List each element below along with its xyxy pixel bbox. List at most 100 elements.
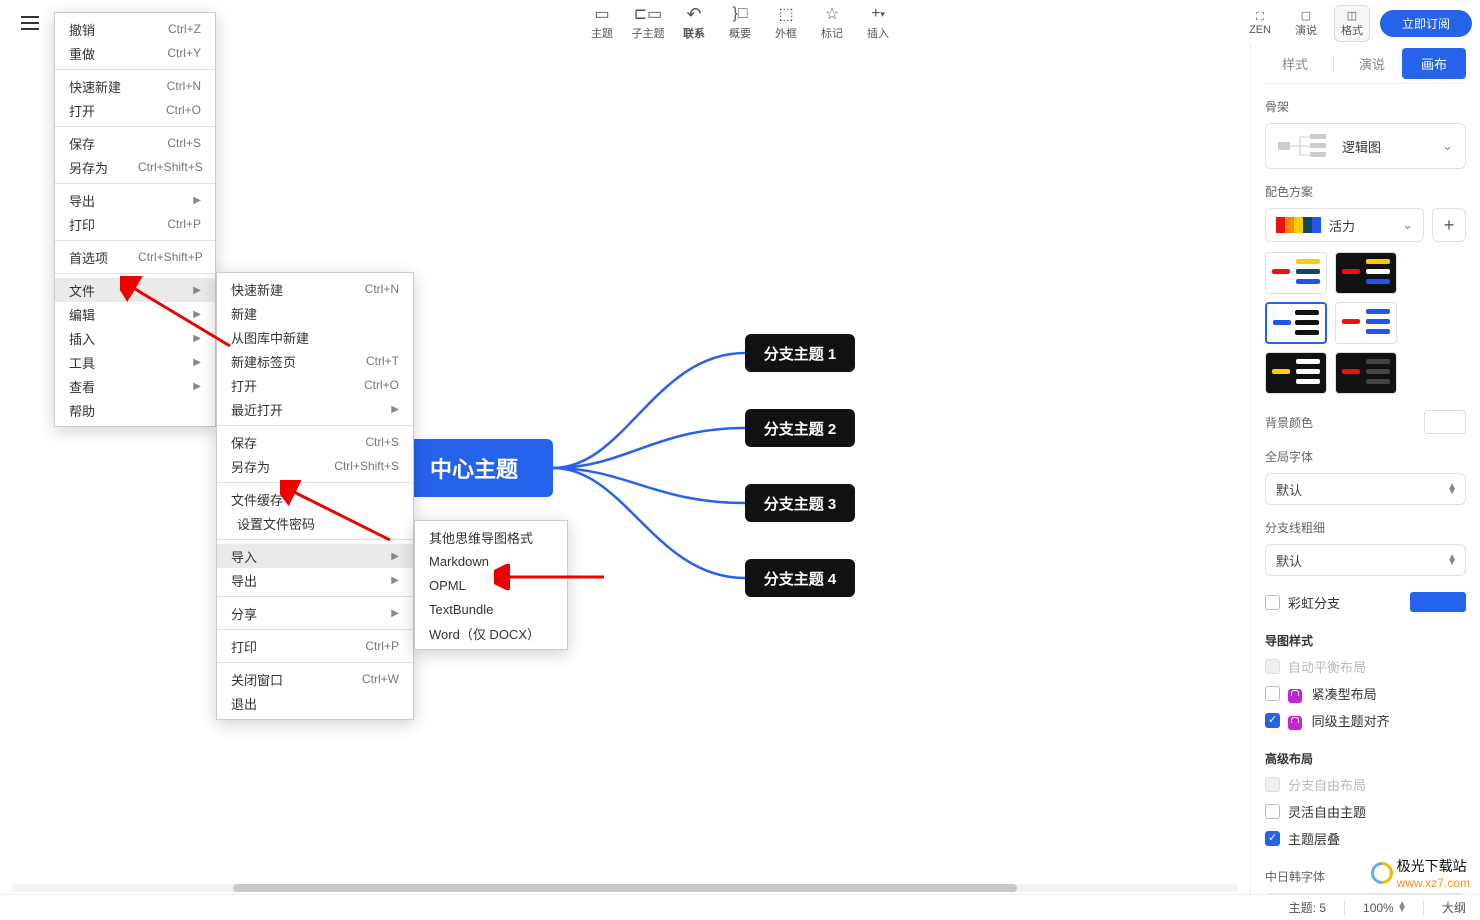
add-scheme-button[interactable]: + xyxy=(1432,208,1466,242)
branch-weight-select[interactable]: 默认▲▼ xyxy=(1265,544,1466,576)
center-topic[interactable]: 中心主题 xyxy=(395,439,553,497)
menu-item[interactable]: 关闭窗口Ctrl+W xyxy=(217,667,413,691)
toolbar-zen[interactable]: ⛶ZEN xyxy=(1242,11,1278,36)
menu-item[interactable]: 保存Ctrl+S xyxy=(217,430,413,454)
toolbar-marker[interactable]: ☆标记 xyxy=(812,5,852,41)
status-zoom[interactable]: 100% ▲▼ xyxy=(1363,901,1405,915)
menu-item[interactable]: 打印Ctrl+P xyxy=(55,212,215,236)
menu-item[interactable]: 导出▶ xyxy=(55,188,215,212)
tab-pitch[interactable]: 演说 xyxy=(1342,48,1402,79)
format-icon: ◫ xyxy=(1347,9,1357,22)
branch-topic[interactable]: 分支主题 3 xyxy=(745,484,855,522)
toolbar-boundary[interactable]: ⬚外框 xyxy=(766,5,806,41)
menu-item[interactable]: 导入▶ xyxy=(217,544,413,568)
menu-item[interactable]: 设置文件密码 xyxy=(217,511,413,535)
menu-item[interactable]: 分享 ▶ xyxy=(217,601,413,625)
map-style-label: 导图样式 xyxy=(1265,632,1466,649)
toolbar-summary[interactable]: }□概要 xyxy=(720,5,760,41)
menu-item[interactable]: 工具▶ xyxy=(55,350,215,374)
menu-item[interactable]: 文件▶ xyxy=(55,278,215,302)
main-menu: 撤销Ctrl+Z重做Ctrl+Y 快速新建Ctrl+N打开Ctrl+O 保存Ctrl… xyxy=(54,12,216,427)
theme-thumb[interactable] xyxy=(1335,302,1397,344)
status-outline[interactable]: 大纲 xyxy=(1442,899,1466,916)
updown-icon: ▲▼ xyxy=(1397,902,1405,912)
tab-style[interactable]: 样式 xyxy=(1265,48,1325,79)
menu-item[interactable]: 新建标签页Ctrl+T xyxy=(217,349,413,373)
menu-item[interactable]: 打印Ctrl+P xyxy=(217,634,413,658)
chevron-right-icon: ▶ xyxy=(391,575,399,586)
bg-color-picker[interactable] xyxy=(1424,410,1466,434)
theme-thumb[interactable] xyxy=(1265,252,1327,294)
rainbow-label: 彩虹分支 xyxy=(1288,593,1340,612)
global-font-select[interactable]: 默认▲▼ xyxy=(1265,473,1466,505)
updown-icon: ▲▼ xyxy=(1447,484,1455,494)
global-font-label: 全局字体 xyxy=(1265,448,1466,465)
rainbow-checkbox[interactable] xyxy=(1265,595,1280,610)
bg-label: 背景颜色 xyxy=(1265,414,1313,431)
menu-item[interactable]: 保存Ctrl+S xyxy=(55,131,215,155)
menu-item[interactable]: TextBundle xyxy=(415,597,567,621)
menu-item[interactable]: 撤销Ctrl+Z xyxy=(55,17,215,41)
menu-shortcut: Ctrl+S xyxy=(167,136,201,150)
menu-item-label: 分享 xyxy=(231,604,257,623)
tab-canvas[interactable]: 画布 xyxy=(1402,48,1466,79)
theme-thumb[interactable] xyxy=(1335,352,1397,394)
toolbar-pitch[interactable]: ▢演说 xyxy=(1288,9,1324,38)
toolbar-relationship[interactable]: ↶联系 xyxy=(674,5,714,41)
menu-item[interactable]: 快速新建Ctrl+N xyxy=(217,277,413,301)
skeleton-value: 逻辑图 xyxy=(1342,137,1381,156)
theme-thumb[interactable] xyxy=(1265,302,1327,344)
import-submenu: 其他思维导图格式MarkdownOPMLTextBundleWord（仅 DOC… xyxy=(414,520,568,650)
free-topic-checkbox[interactable] xyxy=(1265,804,1280,819)
horizontal-scrollbar[interactable] xyxy=(12,884,1238,894)
toolbar-subtopic[interactable]: ⊏▭子主题 xyxy=(628,5,668,41)
menu-item[interactable]: 另存为Ctrl+Shift+S xyxy=(55,155,215,179)
menu-item[interactable]: 最近打开▶ xyxy=(217,397,413,421)
menu-shortcut: Ctrl+Shift+S xyxy=(138,160,203,174)
toolbar-topic[interactable]: ▭主题 xyxy=(582,5,622,41)
branch-topic[interactable]: 分支主题 1 xyxy=(745,334,855,372)
menu-item[interactable]: 导出▶ xyxy=(217,568,413,592)
swatch-icon xyxy=(1276,217,1321,233)
free-branch-checkbox xyxy=(1265,777,1280,792)
toolbar: 逻辑图 ▭主题 ⊏▭子主题 ↶联系 }□概要 ⬚外框 ☆标记 +▾插入 ⛶ZEN… xyxy=(0,2,1480,44)
branch-topic[interactable]: 分支主题 2 xyxy=(745,409,855,447)
chevron-right-icon: ▶ xyxy=(193,381,201,392)
theme-thumb[interactable] xyxy=(1265,352,1327,394)
overlap-checkbox[interactable] xyxy=(1265,831,1280,846)
menu-shortcut: Ctrl+Shift+S xyxy=(334,459,399,473)
menu-item[interactable]: 其他思维导图格式 xyxy=(415,525,567,549)
skeleton-select[interactable]: 逻辑图 ⌄ xyxy=(1265,123,1466,169)
subscribe-button[interactable]: 立即订阅 xyxy=(1380,10,1472,37)
menu-item[interactable]: 文件缓存 xyxy=(217,487,413,511)
menu-item[interactable]: 重做Ctrl+Y xyxy=(55,41,215,65)
compact-checkbox[interactable] xyxy=(1265,686,1280,701)
menu-item[interactable]: 帮助 xyxy=(55,398,215,422)
hamburger-menu[interactable] xyxy=(10,16,50,30)
menu-item[interactable]: Word（仅 DOCX） xyxy=(415,621,567,645)
insert-icon: +▾ xyxy=(871,5,885,23)
menu-item[interactable]: 新建 xyxy=(217,301,413,325)
menu-item[interactable]: 打开Ctrl+O xyxy=(55,98,215,122)
menu-item[interactable]: 首选项Ctrl+Shift+P xyxy=(55,245,215,269)
toolbar-format[interactable]: ◫格式 xyxy=(1334,5,1370,42)
theme-thumb[interactable] xyxy=(1335,252,1397,294)
menu-item[interactable]: 编辑▶ xyxy=(55,302,215,326)
scheme-select[interactable]: 活力 ⌄ xyxy=(1265,208,1424,242)
chevron-right-icon: ▶ xyxy=(391,608,399,619)
menu-item[interactable]: 从图库中新建 xyxy=(217,325,413,349)
menu-item-label: 工具 xyxy=(69,353,95,372)
advanced-label: 高级布局 xyxy=(1265,750,1466,767)
menu-item[interactable]: 查看▶ xyxy=(55,374,215,398)
menu-item[interactable]: 退出 xyxy=(217,691,413,715)
auto-balance-label: 自动平衡布局 xyxy=(1288,657,1366,676)
menu-item[interactable]: Markdown xyxy=(415,549,567,573)
toolbar-insert[interactable]: +▾插入 xyxy=(858,5,898,41)
branch-topic[interactable]: 分支主题 4 xyxy=(745,559,855,597)
menu-item[interactable]: OPML xyxy=(415,573,567,597)
menu-item[interactable]: 打开Ctrl+O xyxy=(217,373,413,397)
menu-item[interactable]: 插入▶ xyxy=(55,326,215,350)
sibling-checkbox[interactable] xyxy=(1265,713,1280,728)
menu-item[interactable]: 快速新建Ctrl+N xyxy=(55,74,215,98)
menu-item[interactable]: 另存为Ctrl+Shift+S xyxy=(217,454,413,478)
